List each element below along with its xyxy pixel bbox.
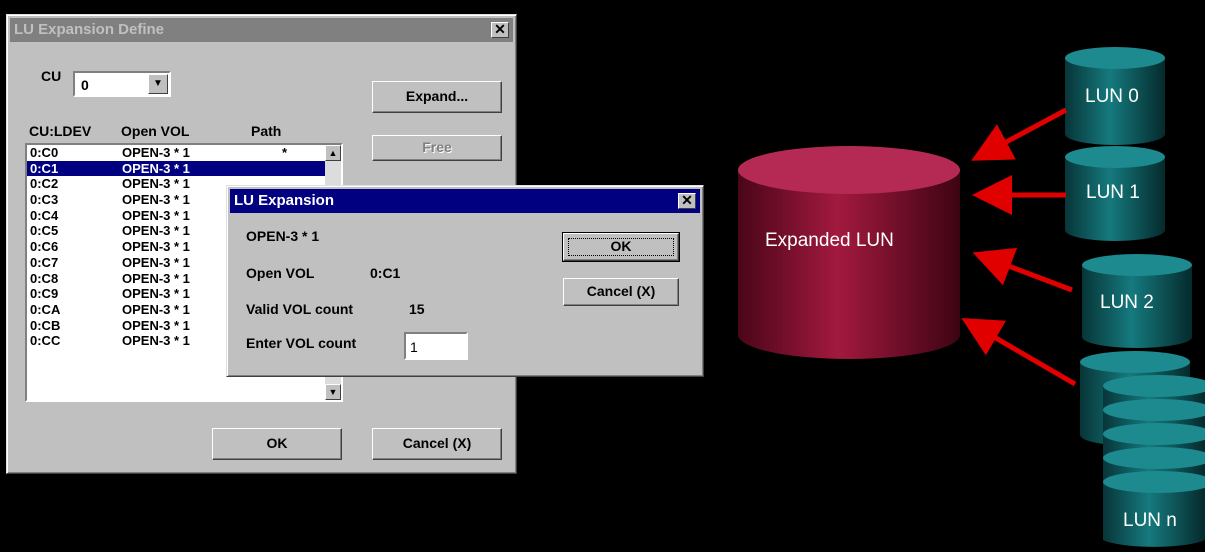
lun-2-label: LUN 2 (1100, 292, 1154, 313)
arrow-lun-n (961, 317, 1077, 387)
lun-n-label: LUN n (1123, 510, 1177, 531)
lun-1-label: LUN 1 (1086, 182, 1140, 203)
arrow-lun-0 (971, 107, 1068, 161)
arrow-lun-2 (972, 247, 1073, 293)
arrows (961, 107, 1077, 387)
expanded-lun-label: Expanded LUN (765, 230, 894, 251)
lun-diagram (738, 47, 1205, 547)
lun-0-label: LUN 0 (1085, 86, 1139, 107)
expanded-lun-cylinder (738, 146, 960, 359)
